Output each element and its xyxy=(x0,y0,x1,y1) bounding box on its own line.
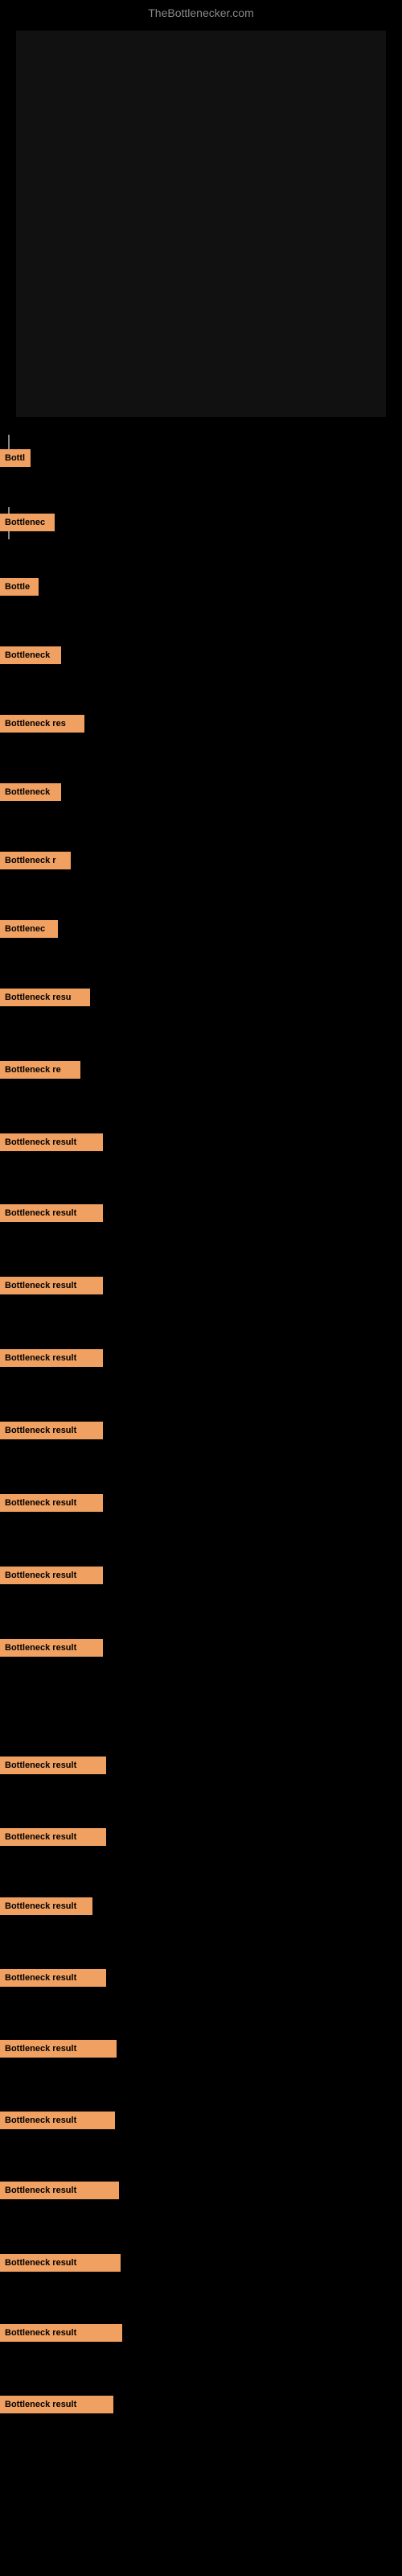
bottleneck-item-13: Bottleneck result xyxy=(0,1277,103,1294)
bottleneck-item-15: Bottleneck result xyxy=(0,1422,103,1439)
bottleneck-item-23: Bottleneck result xyxy=(0,2040,117,2058)
bottleneck-item-21: Bottleneck result xyxy=(0,1897,92,1915)
bottleneck-item-6: Bottleneck xyxy=(0,783,61,801)
bottleneck-item-8: Bottlenec xyxy=(0,920,58,938)
bottleneck-item-19: Bottleneck result xyxy=(0,1757,106,1774)
site-title: TheBottlenecker.com xyxy=(0,0,402,23)
bottleneck-item-9: Bottleneck resu xyxy=(0,989,90,1006)
bottleneck-item-16: Bottleneck result xyxy=(0,1494,103,1512)
bottleneck-item-1: Bottl xyxy=(0,449,31,467)
bottleneck-item-28: Bottleneck result xyxy=(0,2396,113,2413)
bottleneck-items-container: Bottl Bottlenec Bottle Bottleneck Bottleneck… xyxy=(0,425,402,2444)
bottleneck-item-18: Bottleneck result xyxy=(0,1639,103,1657)
bottleneck-item-4: Bottleneck xyxy=(0,646,61,664)
chart-area xyxy=(16,31,386,417)
bottleneck-item-26: Bottleneck result xyxy=(0,2254,121,2272)
bottleneck-item-14: Bottleneck result xyxy=(0,1349,103,1367)
bottleneck-item-25: Bottleneck result xyxy=(0,2182,119,2199)
bottleneck-item-24: Bottleneck result xyxy=(0,2112,115,2129)
bottleneck-item-3: Bottle xyxy=(0,578,39,596)
bottleneck-item-20: Bottleneck result xyxy=(0,1828,106,1846)
bottleneck-item-7: Bottleneck r xyxy=(0,852,71,869)
bottleneck-item-22: Bottleneck result xyxy=(0,1969,106,1987)
bottleneck-item-5: Bottleneck res xyxy=(0,715,84,733)
bottleneck-item-27: Bottleneck result xyxy=(0,2324,122,2342)
bottleneck-item-17: Bottleneck result xyxy=(0,1567,103,1584)
bottleneck-item-11: Bottleneck result xyxy=(0,1133,103,1151)
bottleneck-item-10: Bottleneck re xyxy=(0,1061,80,1079)
bottleneck-item-12: Bottleneck result xyxy=(0,1204,103,1222)
bottleneck-item-2: Bottlenec xyxy=(0,514,55,531)
